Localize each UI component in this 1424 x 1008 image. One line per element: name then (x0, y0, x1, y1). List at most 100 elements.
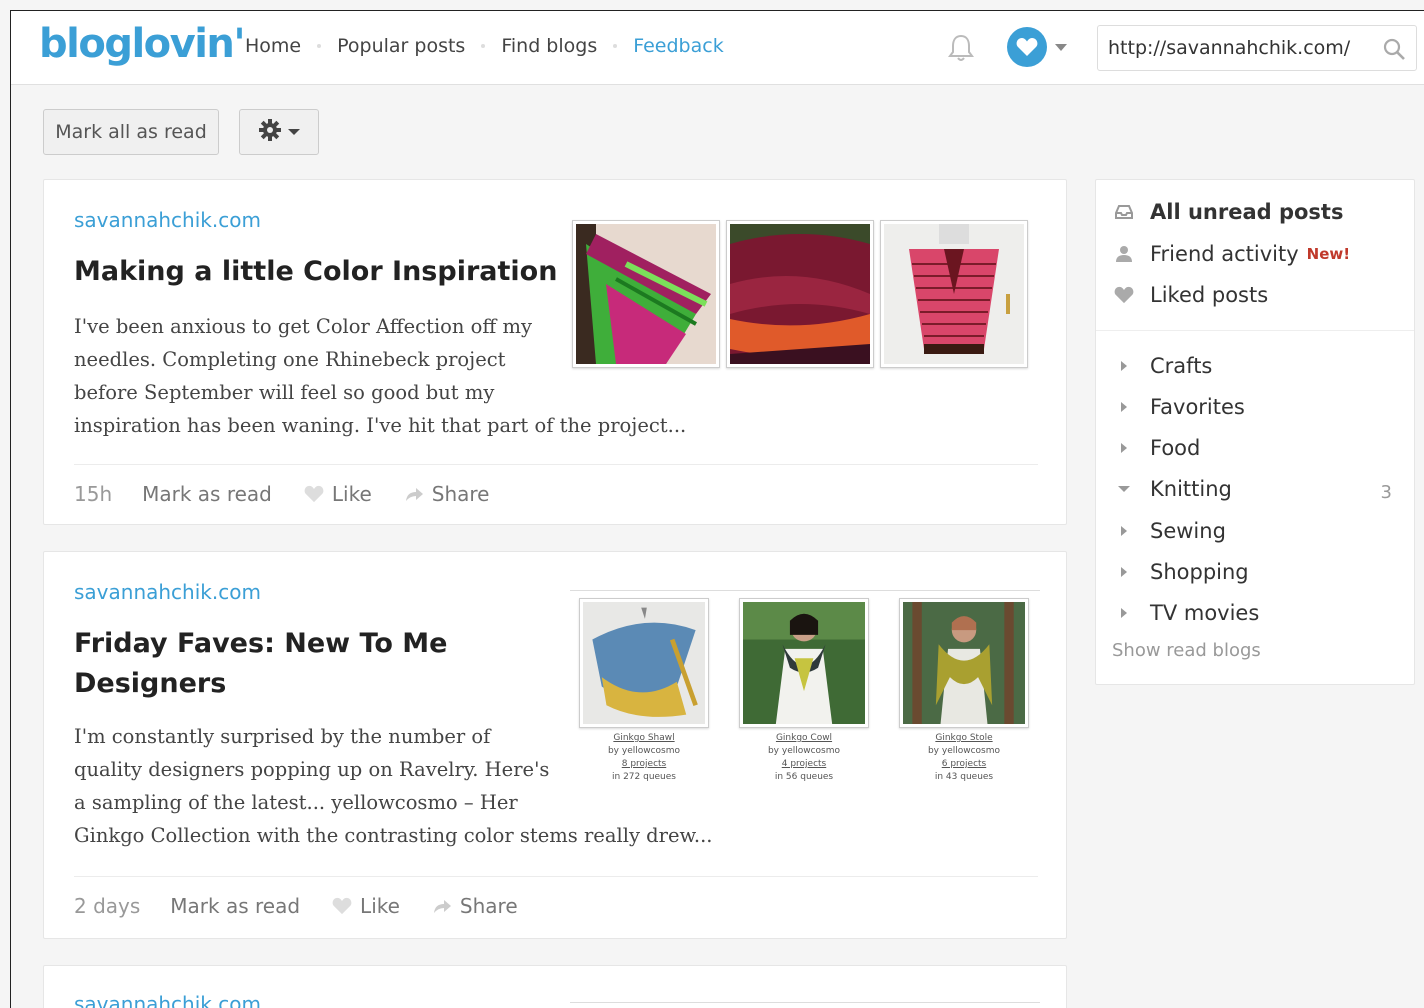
sidebar-category-knitting[interactable]: Knitting (1114, 477, 1232, 501)
chevron-down-icon (288, 129, 300, 135)
post-card: savannahchik.com (43, 965, 1067, 1008)
nav-home[interactable]: Home (245, 35, 301, 57)
sidebar-category-favorites[interactable]: Favorites (1114, 395, 1245, 419)
share-button[interactable]: Share (432, 894, 518, 918)
caret-right-icon (1114, 526, 1134, 536)
bloglovin-logo[interactable]: bloglovin' (39, 21, 246, 67)
like-label: Like (331, 482, 372, 506)
gear-icon (258, 118, 282, 147)
share-label: Share (459, 894, 518, 918)
pattern-embeds: Ginkgo Shawl by yellowcosmo 8 projects i… (564, 598, 1044, 784)
post-actions: 2 days Mark as read Like Share (74, 894, 550, 918)
sidebar-item-all-unread[interactable]: All unread posts (1114, 200, 1343, 224)
sidebar-category-tv-movies[interactable]: TV movies (1114, 601, 1259, 625)
sidebar-item-label: Friend activity (1150, 242, 1299, 266)
search-box (1097, 25, 1417, 71)
pattern-projects-link[interactable]: 4 projects (768, 758, 840, 771)
sidebar-item-friend-activity[interactable]: Friend activity New! (1114, 242, 1350, 266)
sidebar-item-label: All unread posts (1150, 200, 1344, 224)
share-icon (405, 488, 423, 501)
sidebar-category-crafts[interactable]: Crafts (1114, 354, 1212, 378)
post-title[interactable]: Friday Faves: New To Me Designers (74, 624, 447, 704)
caret-down-icon (1114, 486, 1134, 492)
excerpt-line: Ginkgo Collection with the contrasting c… (74, 824, 713, 847)
settings-dropdown-button[interactable] (239, 109, 319, 155)
share-label: Share (431, 482, 490, 506)
post-blog-link[interactable]: savannahchik.com (74, 992, 261, 1008)
mark-all-read-button[interactable]: Mark all as read (43, 109, 219, 155)
embed-rule (570, 590, 1040, 591)
nav-separator (317, 44, 322, 48)
caret-right-icon (1114, 608, 1134, 618)
show-read-blogs-link[interactable]: Show read blogs (1112, 640, 1261, 661)
post-title-line: Friday Faves: New To Me (74, 628, 448, 659)
caret-right-icon (1114, 402, 1134, 412)
nav-separator (481, 44, 486, 48)
search-icon[interactable] (1382, 37, 1406, 65)
pattern-caption: Ginkgo Shawl by yellowcosmo 8 projects i… (608, 732, 680, 784)
post-blog-link[interactable]: savannahchik.com (74, 580, 261, 604)
post-actions: 15h Mark as read Like Share (74, 482, 521, 506)
like-button[interactable]: Like (332, 894, 400, 918)
excerpt-line: a sampling of the latest... yellowcosmo … (74, 791, 518, 814)
pattern-image-ginkgo-cowl[interactable] (739, 598, 869, 728)
heart-icon (1114, 286, 1134, 304)
post-image-shawl-pink[interactable] (880, 220, 1028, 368)
pattern-name-link[interactable]: Ginkgo Shawl (608, 732, 680, 745)
pattern-name-link[interactable]: Ginkgo Stole (928, 732, 1000, 745)
mark-as-read-link[interactable]: Mark as read (142, 482, 272, 506)
pattern-name-link[interactable]: Ginkgo Cowl (768, 732, 840, 745)
sidebar-category-sewing[interactable]: Sewing (1114, 519, 1226, 543)
nav-separator (613, 44, 618, 48)
category-unread-count: 3 (1380, 482, 1392, 503)
sidebar: All unread posts Friend activity New! Li… (1095, 179, 1415, 685)
like-button[interactable]: Like (304, 482, 372, 506)
bell-icon[interactable] (947, 33, 975, 63)
post-title[interactable]: Making a little Color Inspiration (74, 252, 557, 292)
post-image-shawl-green[interactable] (572, 220, 720, 368)
excerpt-line: before September will feel so good but m… (74, 381, 495, 404)
post-title-line: Designers (74, 668, 227, 699)
main-nav: Home Popular posts Find blogs Feedback (245, 35, 724, 57)
sidebar-item-label: Liked posts (1150, 283, 1269, 307)
pattern-queues: in 56 queues (774, 772, 834, 782)
post-blog-link[interactable]: savannahchik.com (74, 208, 261, 232)
caret-right-icon (1114, 361, 1134, 371)
pattern-image-ginkgo-shawl[interactable] (579, 598, 709, 728)
account-menu[interactable] (1007, 27, 1067, 67)
app-frame: bloglovin' Home Popular posts Find blogs… (10, 10, 1424, 1008)
nav-feedback[interactable]: Feedback (633, 35, 723, 57)
sidebar-category-shopping[interactable]: Shopping (1114, 560, 1249, 584)
pattern-queues: in 43 queues (934, 772, 994, 782)
pattern-designer: by yellowcosmo (767, 746, 841, 756)
embed-rule (570, 1002, 1040, 1003)
heart-icon (332, 897, 352, 915)
user-icon (1114, 245, 1134, 263)
pattern-projects-link[interactable]: 6 projects (928, 758, 1000, 771)
sidebar-divider (1096, 330, 1414, 331)
category-label: Favorites (1150, 395, 1245, 419)
like-label: Like (360, 894, 400, 918)
post-image-shawl-red[interactable] (726, 220, 874, 368)
sidebar-category-food[interactable]: Food (1114, 436, 1200, 460)
pattern-image-ginkgo-stole[interactable] (899, 598, 1029, 728)
mark-as-read-link[interactable]: Mark as read (170, 894, 300, 918)
chevron-down-icon (1055, 43, 1067, 51)
share-icon (433, 900, 451, 913)
nav-find-blogs[interactable]: Find blogs (501, 35, 597, 57)
nav-popular-posts[interactable]: Popular posts (337, 35, 465, 57)
pattern-projects-link[interactable]: 8 projects (608, 758, 680, 771)
pattern-designer: by yellowcosmo (607, 746, 681, 756)
pattern-card: Ginkgo Shawl by yellowcosmo 8 projects i… (564, 598, 724, 784)
category-label: Food (1150, 436, 1201, 460)
share-button[interactable]: Share (404, 482, 490, 506)
search-input[interactable] (1108, 37, 1378, 59)
pattern-queues: in 272 queues (612, 772, 676, 782)
pattern-designer: by yellowcosmo (927, 746, 1001, 756)
sidebar-item-liked-posts[interactable]: Liked posts (1114, 283, 1268, 307)
caret-right-icon (1114, 567, 1134, 577)
card-divider (74, 464, 1038, 465)
post-age: 15h (74, 482, 113, 506)
excerpt-line: inspiration has been waning. I've hit th… (74, 414, 687, 437)
post-card: savannahchik.com Making a little Color I… (43, 179, 1067, 525)
